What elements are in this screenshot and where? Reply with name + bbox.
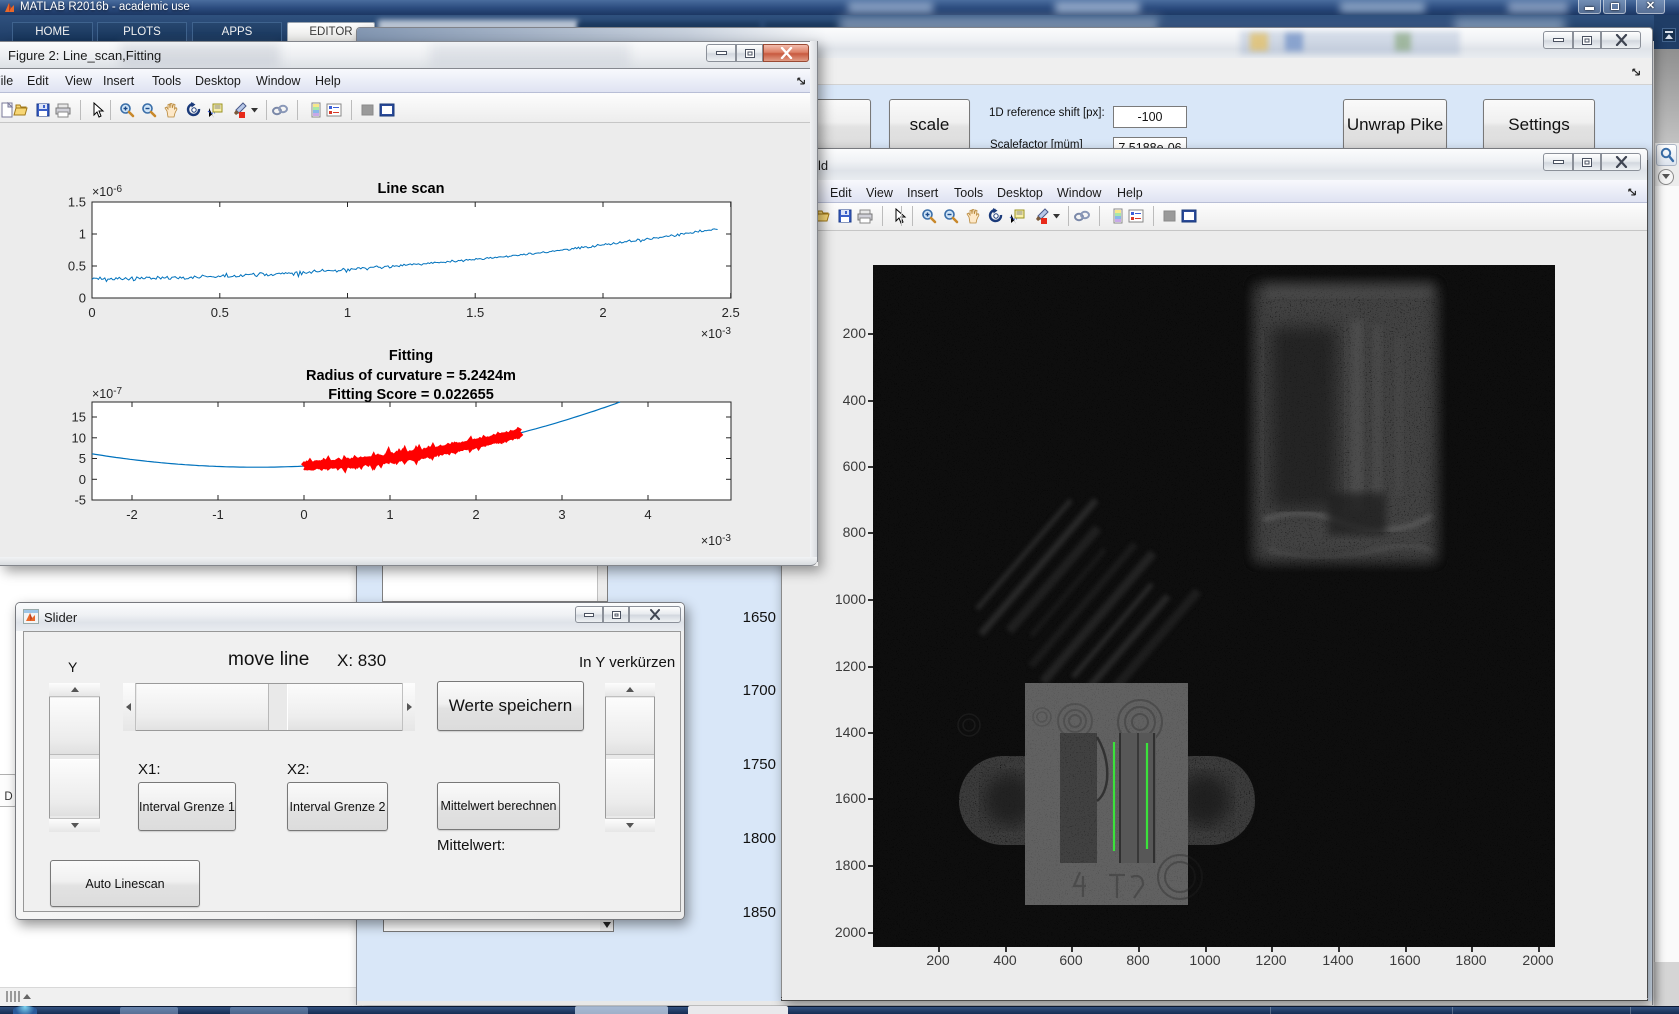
svg-text:×10-6: ×10-6 [92,184,123,199]
svg-text:Radius of curvature = 5.2424m: Radius of curvature = 5.2424m [306,368,516,384]
svg-text:3: 3 [558,507,565,522]
svg-text:×10-3: ×10-3 [701,533,732,548]
svg-text:1: 1 [79,227,86,242]
svg-text:×10-3: ×10-3 [701,326,732,341]
svg-text:-1: -1 [212,507,224,522]
svg-text:4: 4 [644,507,651,522]
svg-text:2: 2 [472,507,479,522]
svg-text:5: 5 [79,451,86,466]
svg-text:1: 1 [386,507,393,522]
svg-text:Fitting Score = 0.022655: Fitting Score = 0.022655 [328,387,494,403]
svg-text:×10-7: ×10-7 [92,386,123,401]
svg-text:15: 15 [72,410,86,425]
svg-text:-5: -5 [74,493,86,508]
svg-text:0.5: 0.5 [68,259,86,274]
svg-text:0: 0 [300,507,307,522]
svg-text:-2: -2 [126,507,138,522]
svg-text:10: 10 [72,430,86,445]
svg-text:0.5: 0.5 [211,305,229,320]
svg-text:Fitting: Fitting [389,348,433,364]
svg-text:Line scan: Line scan [378,181,445,197]
svg-text:0: 0 [79,291,86,306]
svg-text:1.5: 1.5 [68,195,86,210]
svg-text:0: 0 [88,305,95,320]
svg-text:2.5: 2.5 [722,305,740,320]
svg-text:1: 1 [344,305,351,320]
svg-text:2: 2 [599,305,606,320]
svg-text:1.5: 1.5 [466,305,484,320]
svg-text:0: 0 [79,472,86,487]
